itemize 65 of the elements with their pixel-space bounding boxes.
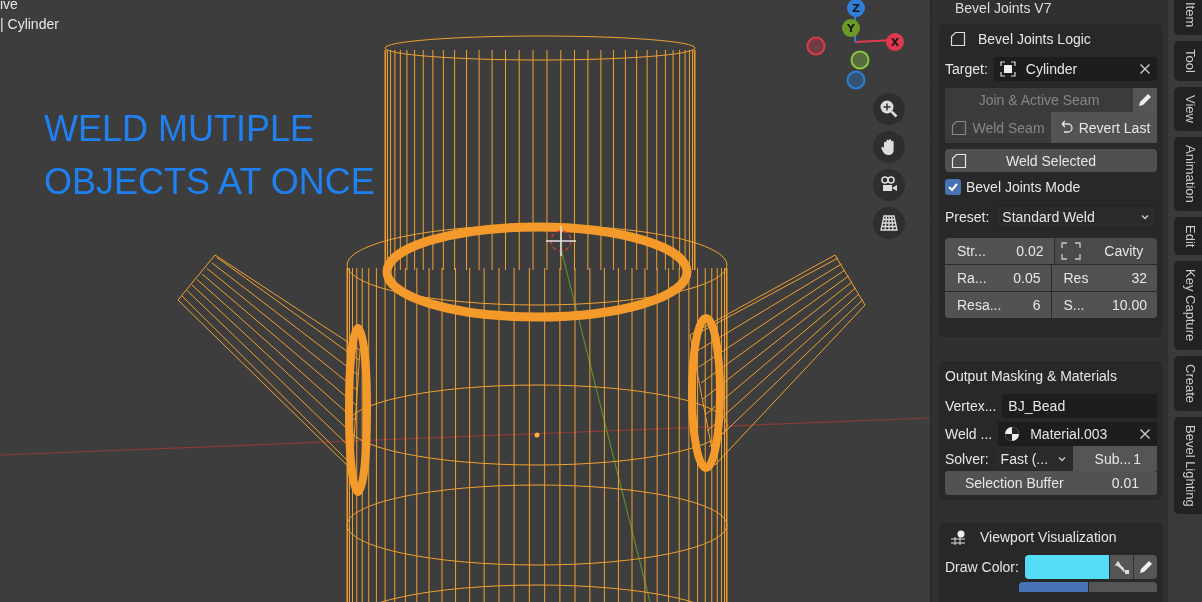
side-tab[interactable]: View	[1174, 87, 1202, 132]
clear-icon[interactable]	[1139, 427, 1151, 440]
axis-handle[interactable]	[806, 36, 826, 56]
bevel-icon	[951, 152, 967, 169]
panel-title[interactable]: Bevel Joints V7	[939, 0, 1052, 18]
side-tab[interactable]: Item	[1174, 0, 1202, 36]
side-tab[interactable]: Key Capture	[1174, 261, 1202, 350]
section-title: Output Masking & Materials	[945, 368, 1117, 384]
side-tab[interactable]: Animation	[1174, 137, 1202, 211]
axis-handle[interactable]	[846, 70, 866, 90]
side-tab[interactable]: Create	[1174, 355, 1202, 411]
pencil-icon[interactable]	[1133, 555, 1157, 579]
material-field[interactable]: Material.003	[998, 421, 1157, 446]
number-field[interactable]: Selection Buffer 0.01	[945, 471, 1157, 495]
light-grid-icon	[950, 529, 968, 545]
swap-icon[interactable]	[1109, 555, 1133, 579]
side-tab[interactable]: Tool	[1174, 41, 1202, 82]
overlay-caption: WELD MUTIPLE	[44, 107, 315, 151]
chevron-icon	[1140, 212, 1150, 222]
object-icon	[999, 61, 1016, 77]
bevel-icon	[950, 31, 966, 47]
axis-label: Y	[847, 22, 855, 35]
revert-last-button[interactable]: Revert Last	[1051, 112, 1157, 143]
number-field[interactable]: Resa... 6	[945, 292, 1052, 318]
checkbox-label: Bevel Joints Mode	[966, 179, 1081, 195]
axis-handle[interactable]: X	[886, 33, 904, 51]
pencil-icon[interactable]	[1133, 88, 1157, 112]
vertex-group-field[interactable]: BJ_Bead	[1002, 394, 1157, 418]
number-field[interactable]: Res 32	[1051, 265, 1157, 291]
field-label: Preset:	[945, 209, 990, 225]
camera-icon[interactable]	[873, 169, 905, 201]
number-field[interactable]: Str... 0.02	[945, 238, 1055, 264]
frame-icon	[1060, 242, 1081, 260]
field-label: Draw Color:	[945, 559, 1019, 575]
color-swatch[interactable]	[1024, 555, 1109, 579]
number-field[interactable]: Sub...1	[1072, 446, 1157, 471]
checkbox[interactable]	[945, 179, 961, 195]
number-field[interactable]: Ra... 0.05	[945, 265, 1052, 291]
number-field[interactable]: S... 10.00	[1051, 292, 1157, 318]
weld-selected-button[interactable]: Weld Selected	[945, 149, 1157, 172]
axis-gizmo[interactable]: Z Y X	[800, 0, 910, 100]
viewport-header-text: | Cylinder	[0, 15, 59, 34]
field-label: Weld ...	[945, 425, 993, 442]
toggle-button[interactable]: Cavity	[1054, 238, 1157, 264]
field-label: Target:	[945, 61, 988, 77]
axis-handle[interactable]: Y	[842, 19, 860, 37]
axis-handle[interactable]	[850, 50, 870, 70]
axis-label: X	[890, 36, 900, 49]
material-icon	[1004, 425, 1021, 442]
clear-icon[interactable]	[1139, 63, 1151, 75]
bevel-icon	[951, 119, 968, 136]
zoom-icon[interactable]	[873, 93, 905, 125]
axis-label: Z	[852, 2, 860, 15]
overlay-caption: OBJECTS AT ONCE	[44, 160, 375, 204]
grid-icon[interactable]	[873, 207, 905, 239]
section-title: Viewport Visualization	[980, 529, 1117, 545]
hand-icon[interactable]	[873, 131, 905, 163]
axis-handle[interactable]: Z	[847, 0, 865, 17]
field-label: Vertex...	[945, 398, 997, 414]
side-tab[interactable]: Edit	[1174, 216, 1202, 256]
side-tab[interactable]: Bevel Lighting	[1174, 416, 1202, 515]
section-title: Bevel Joints Logic	[978, 31, 1091, 47]
target-field[interactable]: Cylinder	[993, 57, 1157, 81]
preset-dropdown[interactable]: Standard Weld	[995, 205, 1157, 229]
field-label: Solver:	[945, 450, 989, 467]
